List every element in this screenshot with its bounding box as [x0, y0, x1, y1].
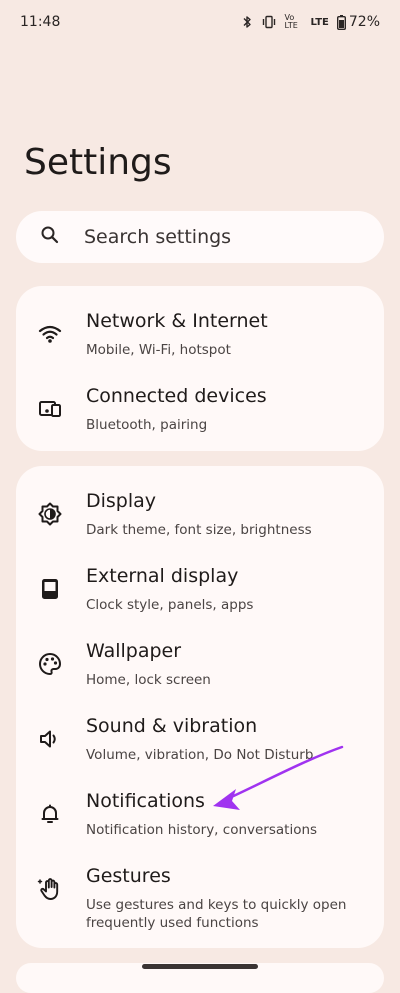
search-bar[interactable]: Search settings: [16, 211, 384, 263]
item-title: Gestures: [86, 865, 171, 887]
item-title: Wallpaper: [86, 640, 182, 662]
item-subtitle: Notification history, conversations: [86, 822, 318, 838]
settings-item-notifications[interactable]: Notifications Notification history, conv…: [16, 778, 384, 850]
vibrate-icon: [261, 15, 277, 29]
status-time: 11:48: [20, 14, 61, 30]
external-display-icon: [36, 575, 64, 603]
settings-item-gestures[interactable]: Gestures Use gestures and keys to quickl…: [16, 853, 384, 939]
item-subtitle: Mobile, Wi-Fi, hotspot: [86, 342, 231, 358]
palette-icon: [36, 650, 64, 678]
item-subtitle: Volume, vibration, Do Not Disturb: [86, 747, 314, 763]
battery-percent: 72%: [348, 14, 380, 30]
devices-icon: [36, 395, 64, 423]
network-label: LTE: [310, 16, 329, 28]
item-subtitle: Clock style, panels, apps: [86, 597, 254, 613]
item-title: Sound & vibration: [86, 715, 258, 737]
item-title: External display: [86, 565, 239, 587]
item-subtitle: Bluetooth, pairing: [86, 417, 208, 433]
item-title: Connected devices: [86, 385, 267, 407]
search-placeholder: Search settings: [84, 226, 232, 248]
settings-group-connectivity: Network & Internet Mobile, Wi-Fi, hotspo…: [16, 286, 384, 451]
status-icons: Vo LTE LTE 72%: [241, 13, 380, 30]
item-subtitle: Use gestures and keys to quickly open fr…: [86, 897, 347, 931]
battery-indicator: 72%: [336, 14, 380, 30]
settings-item-connected-devices[interactable]: Connected devices Bluetooth, pairing: [16, 373, 384, 445]
gesture-hand-icon: [36, 875, 64, 903]
gesture-nav-handle[interactable]: [142, 964, 258, 969]
settings-item-wallpaper[interactable]: Wallpaper Home, lock screen: [16, 628, 384, 700]
search-icon: [40, 225, 60, 249]
bell-icon: [36, 800, 64, 828]
settings-item-sound-vibration[interactable]: Sound & vibration Volume, vibration, Do …: [16, 703, 384, 775]
settings-item-network-internet[interactable]: Network & Internet Mobile, Wi-Fi, hotspo…: [16, 298, 384, 370]
battery-icon: [336, 14, 346, 30]
page-title: Settings: [24, 142, 172, 183]
item-title: Display: [86, 490, 157, 512]
item-subtitle: Home, lock screen: [86, 672, 211, 688]
settings-group-personalization: Display Dark theme, font size, brightnes…: [16, 466, 384, 948]
volte-label: Vo LTE: [284, 13, 298, 30]
item-subtitle: Dark theme, font size, brightness: [86, 522, 312, 538]
status-bar: 11:48 Vo LTE LTE 72%: [0, 0, 400, 44]
speaker-icon: [36, 725, 64, 753]
wifi-icon: [36, 320, 64, 348]
settings-item-display[interactable]: Display Dark theme, font size, brightnes…: [16, 478, 384, 550]
settings-item-external-display[interactable]: External display Clock style, panels, ap…: [16, 553, 384, 625]
bluetooth-icon: [241, 15, 253, 29]
item-title: Notifications: [86, 790, 205, 812]
item-title: Network & Internet: [86, 310, 268, 332]
brightness-icon: [36, 500, 64, 528]
